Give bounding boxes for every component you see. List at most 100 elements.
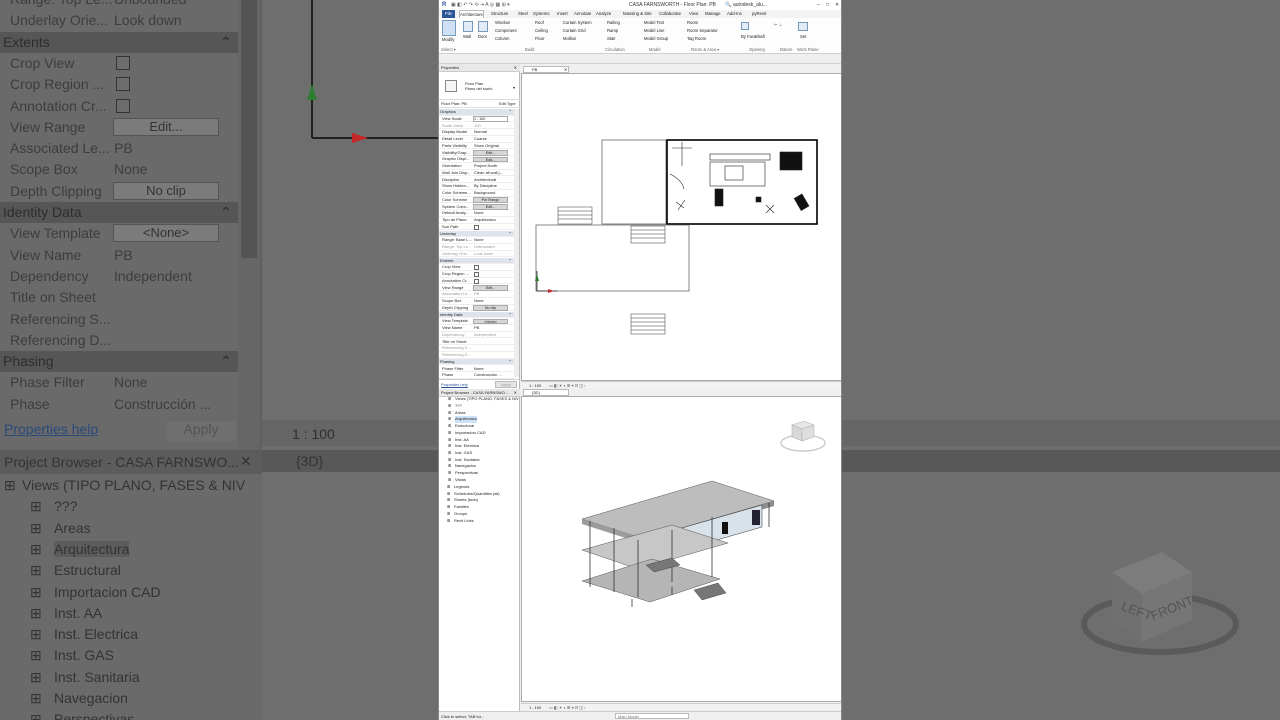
expand-icon[interactable]: ⊞ — [448, 450, 451, 457]
instance-filter[interactable]: Floor Plan: PB Edit Type — [439, 100, 520, 108]
ramp-button[interactable]: Ramp — [607, 28, 618, 33]
3d-view[interactable] — [521, 396, 841, 702]
select-dropdown[interactable]: Select ▾ — [441, 47, 456, 52]
set-button[interactable]: Set — [800, 34, 806, 39]
property-button[interactable]: Edit... — [473, 204, 508, 210]
curtain-system-button[interactable]: Curtain System — [563, 20, 592, 25]
property-checkbox[interactable] — [474, 224, 479, 230]
mullion-button[interactable]: Mullion — [563, 36, 576, 41]
property-value[interactable]: PB — [474, 325, 479, 332]
set-icon[interactable] — [798, 22, 808, 31]
property-value[interactable]: PB — [474, 291, 479, 298]
tab-pyrevit[interactable]: pyRevit — [752, 10, 766, 18]
browser-item[interactable]: Inst. AA — [455, 437, 469, 444]
browser-item[interactable]: Importacion CAD — [455, 430, 485, 437]
close-icon[interactable]: ✕ — [835, 0, 839, 10]
type-selector[interactable]: Floor Plan Plano del suelo ▾ — [439, 73, 520, 100]
browser-top-item[interactable]: Families — [454, 504, 469, 511]
property-section[interactable]: Extents ⌃ — [439, 257, 514, 265]
expand-icon[interactable]: ⊞ — [448, 477, 451, 484]
expand-icon[interactable]: ⊞ — [448, 443, 451, 450]
roof-button[interactable]: Roof — [535, 20, 544, 25]
browser-top-item[interactable]: Schedules/Quantities (all) — [454, 491, 500, 498]
modify-icon[interactable] — [442, 20, 456, 36]
property-section[interactable]: Phasing ⌃ — [439, 358, 514, 366]
property-value[interactable]: Unbounded — [474, 244, 495, 251]
wall-button[interactable]: Wall — [463, 34, 471, 39]
model-group-button[interactable]: Model Group — [644, 36, 668, 41]
expand-icon[interactable]: ⊞ — [448, 396, 451, 403]
property-value[interactable]: Coarse — [474, 136, 487, 143]
expand-icon[interactable]: ⊞ — [447, 511, 450, 518]
wall-icon[interactable] — [463, 21, 473, 32]
search-field[interactable]: autodesk_alu... — [733, 0, 767, 10]
properties-help-link[interactable]: Properties help — [441, 380, 468, 389]
view-controls-icon[interactable]: ▭ ◧ ☀ ◐ ⊞ ⌖ ⊡ ◫ ‹ — [549, 382, 586, 389]
property-value[interactable]: 100 — [474, 123, 481, 130]
shaft-button[interactable]: Shaft — [755, 34, 765, 39]
collapse-icon[interactable]: ⌃ — [509, 258, 512, 265]
tab-3d[interactable]: {3D} — [523, 389, 569, 396]
property-button[interactable]: <None> — [473, 318, 508, 325]
model-line-button[interactable]: Model Line — [644, 28, 665, 33]
browser-top-item[interactable]: Legends — [454, 484, 469, 491]
browser-top-item[interactable]: Groups — [454, 511, 467, 518]
browser-item[interactable]: Inst. GAS — [455, 450, 472, 457]
browser-item[interactable]: Navegacion — [455, 463, 476, 470]
browser-item[interactable]: Inst. Electrica — [455, 443, 479, 450]
tag-room-button[interactable]: Tag Room — [687, 36, 706, 41]
property-value[interactable]: Look down — [474, 251, 493, 258]
modify-button[interactable]: Modify — [442, 37, 454, 42]
property-value[interactable]: By Discipline — [474, 183, 497, 190]
tab-insert[interactable]: Insert — [557, 10, 568, 18]
active-model-dropdown[interactable]: Main Model — [615, 713, 689, 719]
close-icon[interactable]: ✕ — [514, 64, 517, 72]
property-button[interactable]: Por Rango — [473, 197, 508, 203]
tab-file[interactable]: File — [442, 10, 455, 18]
component-button[interactable]: Component — [495, 28, 517, 33]
expand-icon[interactable]: ⊞ — [448, 457, 451, 464]
collapse-icon[interactable]: ⌃ — [509, 359, 512, 366]
browser-item[interactable]: Inst. Sanitaria — [455, 457, 479, 464]
expand-icon[interactable]: ⊞ — [448, 470, 451, 477]
3d-scale-label[interactable]: 1 : 100 — [529, 704, 541, 711]
browser-top-item[interactable]: Sheets (todo) — [454, 497, 478, 504]
plan-scale-label[interactable]: 1 : 100 — [529, 382, 541, 389]
window-button[interactable]: Window — [495, 20, 510, 25]
property-value[interactable]: Independent — [474, 332, 496, 339]
property-value[interactable]: Normal — [474, 129, 487, 136]
stair-button[interactable]: Stair — [607, 36, 616, 41]
column-button[interactable]: Column — [495, 36, 509, 41]
tab-massing-site[interactable]: Massing & Site — [623, 10, 652, 18]
property-value[interactable]: Clean all wall j... — [474, 170, 503, 177]
property-value[interactable]: Project North — [474, 163, 497, 170]
ceiling-button[interactable]: Ceiling — [535, 28, 548, 33]
property-value[interactable]: Architectural — [474, 177, 496, 184]
tab-steel[interactable]: Steel — [518, 10, 528, 18]
property-button[interactable]: Edit... — [473, 150, 508, 156]
minimize-icon[interactable]: – — [817, 0, 820, 10]
expand-icon[interactable]: ⊞ — [448, 416, 451, 423]
expand-icon[interactable]: ⊞ — [448, 423, 451, 430]
expand-icon[interactable]: ⊞ — [447, 484, 450, 491]
tab-structure[interactable]: Structure — [491, 10, 508, 18]
maximize-icon[interactable]: □ — [826, 0, 829, 10]
expand-icon[interactable]: ⊞ — [448, 410, 451, 417]
expand-icon[interactable]: ⊞ — [447, 504, 450, 511]
property-value[interactable]: None — [474, 237, 484, 244]
tab-manage[interactable]: Manage — [705, 10, 721, 18]
property-value[interactable]: None — [474, 210, 484, 217]
datum-icon[interactable]: ⊢ ⊥ — [774, 22, 782, 27]
tab-view[interactable]: View — [689, 10, 698, 18]
property-button[interactable]: No clip — [473, 305, 508, 311]
tab-analyze[interactable]: Analyze — [596, 10, 611, 18]
quick-access-toolbar-icon[interactable]: ▣ ◧ ↶ ↷ ⟲ ⇥ A ◎ ▦ ⊞ ▾ — [451, 0, 510, 10]
by-face-icon[interactable] — [741, 22, 749, 30]
tab-annotate[interactable]: Annotate — [574, 10, 591, 18]
property-checkbox[interactable] — [474, 272, 479, 277]
view-controls-icon[interactable]: ▭ ◧ ☀ ◐ ⊞ ⌖ ⊡ ◫ ‹ — [549, 704, 586, 711]
property-checkbox[interactable] — [474, 278, 479, 284]
collapse-icon[interactable]: ⌃ — [509, 312, 512, 319]
property-button[interactable]: Edit... — [473, 285, 508, 291]
expand-icon[interactable]: ⊞ — [448, 430, 451, 437]
